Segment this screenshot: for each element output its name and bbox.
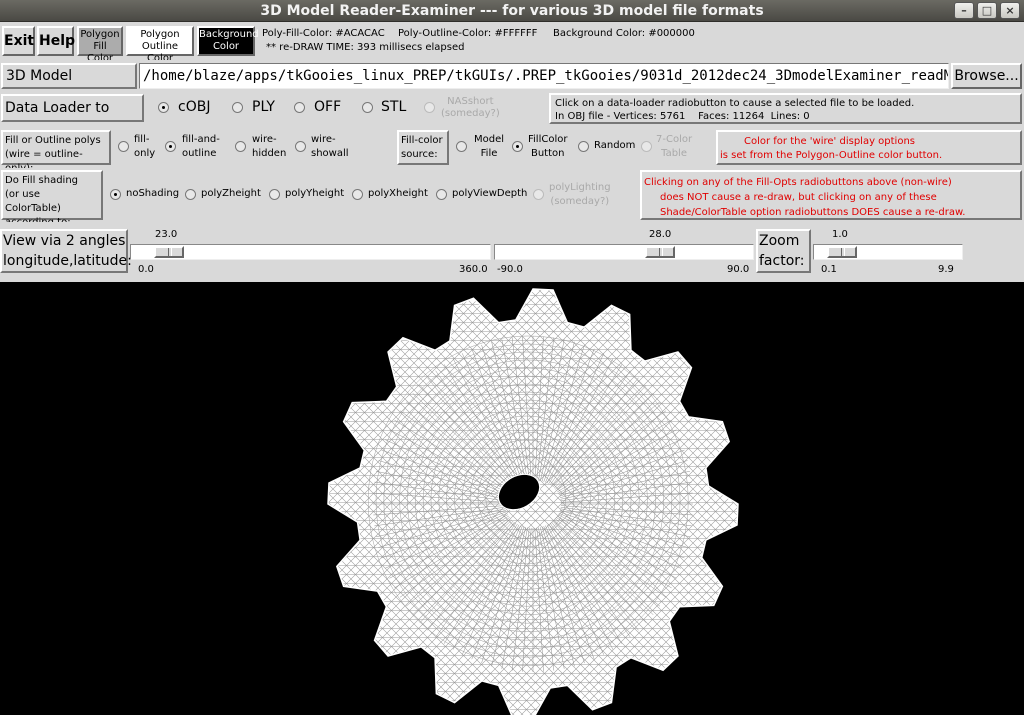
source-7color-table-label: 7-Color Table xyxy=(656,134,693,159)
poly-fill-color-text: Poly-Fill-Color: #ACACAC xyxy=(262,28,385,39)
shading-polylighting-label: polyLighting (someday?) xyxy=(549,182,611,207)
zoom-slider[interactable] xyxy=(813,244,963,260)
background-color-button[interactable]: Background Color xyxy=(197,26,259,56)
maximize-icon[interactable]: □ xyxy=(977,2,997,19)
source-model-file-label[interactable]: Model File xyxy=(474,133,504,161)
shading-polyyheight-label[interactable]: polyYheight xyxy=(285,188,344,199)
longitude-slider-handle[interactable] xyxy=(153,246,184,258)
filename-input[interactable]: /home/blaze/apps/tkGooies_linux_PREP/tkG… xyxy=(139,63,949,89)
model-display-canvas[interactable] xyxy=(0,282,1024,715)
loader-cobj-label[interactable]: cOBJ xyxy=(178,99,210,115)
data-loader-label: Data Loader to use: xyxy=(1,94,144,140)
redraw-time-text: ** re-DRAW TIME: 393 millisecs elapsed xyxy=(266,42,465,53)
help-button[interactable]: Help xyxy=(37,26,75,56)
loader-off-radio[interactable] xyxy=(294,102,305,113)
window-titlebar: 3D Model Reader-Examiner --- for various… xyxy=(0,0,1024,22)
browse-button[interactable]: Browse... xyxy=(951,63,1022,89)
latitude-slider-handle[interactable] xyxy=(645,246,676,258)
zoom-factor-label: Zoom factor: xyxy=(756,229,811,273)
polygon-outline-color-button[interactable]: Polygon Outline Color xyxy=(126,26,194,64)
filename-row: 3D Model filename: /home/blaze/apps/tkGo… xyxy=(0,60,1024,106)
shading-options-row: Do Fill shading (or use ColorTable) acco… xyxy=(0,168,1024,228)
view-angles-label: View via 2 angles longitude,latitude: xyxy=(0,229,132,273)
gear-wireframe xyxy=(327,288,739,715)
shading-label: Do Fill shading (or use ColorTable) acco… xyxy=(1,170,103,228)
loader-stl-label[interactable]: STL xyxy=(381,99,406,115)
source-model-file-radio[interactable] xyxy=(456,141,467,152)
fill-and-outline-radio[interactable] xyxy=(165,141,176,152)
loader-cobj-radio[interactable] xyxy=(158,102,169,113)
shading-polyzheight-label[interactable]: polyZheight xyxy=(201,188,261,199)
fill-color-source-label: Fill-color source: xyxy=(397,130,449,165)
latitude-value: 28.0 xyxy=(649,229,672,240)
minimize-icon[interactable]: – xyxy=(954,2,974,19)
filename-label: 3D Model filename: xyxy=(1,63,137,106)
source-fillcolor-button-radio[interactable] xyxy=(512,141,523,152)
loader-ply-radio[interactable] xyxy=(232,102,243,113)
close-icon[interactable]: × xyxy=(1000,2,1020,19)
window-title: 3D Model Reader-Examiner --- for various… xyxy=(260,3,764,19)
loader-ply-label[interactable]: PLY xyxy=(252,99,275,115)
shading-polyxheight-label[interactable]: polyXheight xyxy=(368,188,428,199)
view-angles-row: View via 2 angles longitude,latitude: 23… xyxy=(0,222,1024,282)
shading-polyxheight-radio[interactable] xyxy=(352,189,363,200)
longitude-max: 360.0 xyxy=(459,264,488,275)
loader-nasshort-radio[interactable] xyxy=(424,102,435,113)
shading-polyzheight-radio[interactable] xyxy=(185,189,196,200)
loader-nasshort-label: NASshort (someday?) xyxy=(441,96,500,119)
shading-polyviewdepth-radio[interactable] xyxy=(436,189,447,200)
latitude-min: -90.0 xyxy=(497,264,523,275)
fill-options-row: Fill or Outline polys (wire = outline-on… xyxy=(0,127,1024,174)
zoom-min: 0.1 xyxy=(821,264,837,275)
data-loader-row: Data Loader to use: cOBJ PLY OFF STL NAS… xyxy=(0,91,1024,140)
loader-info-box: Click on a data-loader radiobutton to ca… xyxy=(549,93,1022,124)
poly-outline-color-text: Poly-Outline-Color: #FFFFFF xyxy=(398,28,538,39)
latitude-slider[interactable] xyxy=(494,244,754,260)
longitude-min: 0.0 xyxy=(138,264,154,275)
polygon-fill-color-button[interactable]: Polygon Fill Color xyxy=(77,26,123,64)
background-color-text: Background Color: #000000 xyxy=(553,28,695,39)
source-random-label[interactable]: Random xyxy=(594,140,635,151)
toolbar-row: Exit Help Polygon Fill Color Polygon Out… xyxy=(0,23,1024,64)
longitude-slider[interactable] xyxy=(130,244,491,260)
exit-button[interactable]: Exit xyxy=(2,26,35,56)
shading-polyyheight-radio[interactable] xyxy=(269,189,280,200)
shading-noshading-radio[interactable] xyxy=(110,189,121,200)
wire-hidden-label[interactable]: wire-hidden xyxy=(252,133,286,161)
zoom-slider-handle[interactable] xyxy=(826,246,857,258)
shading-polyviewdepth-label[interactable]: polyViewDepth xyxy=(452,188,527,199)
fill-and-outline-label[interactable]: fill-and-outline xyxy=(182,133,220,161)
shading-redraw-note: Clicking on any of the Fill-Opts radiobu… xyxy=(640,170,1022,220)
latitude-max: 90.0 xyxy=(727,264,750,275)
source-fillcolor-button-label[interactable]: FillColor Button xyxy=(528,133,567,161)
zoom-max: 9.9 xyxy=(938,264,954,275)
longitude-value: 23.0 xyxy=(155,229,178,240)
loader-off-label[interactable]: OFF xyxy=(314,99,341,115)
wire-color-note: Color for the 'wire' display options is … xyxy=(716,130,1022,165)
source-7color-table-radio[interactable] xyxy=(641,141,652,152)
fill-outline-label: Fill or Outline polys (wire = outline-on… xyxy=(1,130,111,174)
fill-only-radio[interactable] xyxy=(118,141,129,152)
wire-hidden-radio[interactable] xyxy=(235,141,246,152)
shading-polylighting-radio[interactable] xyxy=(533,189,544,200)
shading-noshading-label[interactable]: noShading xyxy=(126,188,179,199)
wire-showall-label[interactable]: wire-showall xyxy=(311,133,349,161)
fill-only-label[interactable]: fill-only xyxy=(134,133,155,161)
wire-showall-radio[interactable] xyxy=(295,141,306,152)
zoom-value: 1.0 xyxy=(832,229,848,240)
gear-model xyxy=(327,288,739,715)
loader-stl-radio[interactable] xyxy=(362,102,373,113)
source-random-radio[interactable] xyxy=(578,141,589,152)
